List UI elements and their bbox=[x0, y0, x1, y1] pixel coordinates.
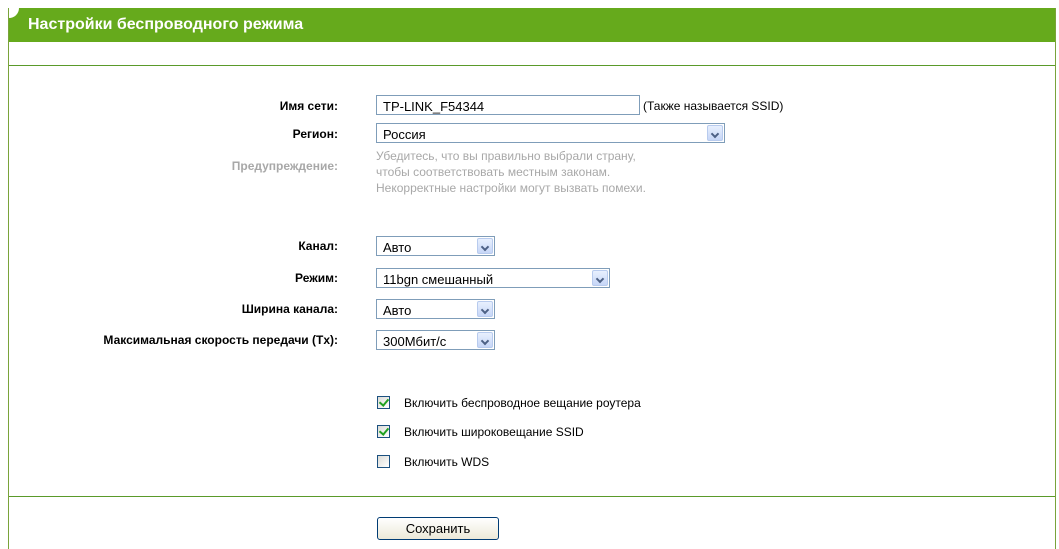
channel-width-value: Авто bbox=[383, 303, 412, 318]
max-tx-rate-select[interactable]: 300Мбит/с bbox=[376, 330, 495, 350]
ssid-broadcast-label[interactable]: Включить широковещание SSID bbox=[404, 425, 584, 439]
warning-text: Убедитесь, что вы правильно выбрали стра… bbox=[376, 148, 646, 196]
ssid-input[interactable]: TP-LINK_F54344 bbox=[376, 95, 640, 115]
chevron-down-icon[interactable] bbox=[477, 301, 493, 317]
wds-label[interactable]: Включить WDS bbox=[404, 455, 489, 469]
chevron-down-icon[interactable] bbox=[477, 332, 493, 348]
page-title: Настройки беспроводного режима bbox=[28, 16, 304, 33]
region-value: Россия bbox=[383, 127, 426, 142]
divider-top bbox=[9, 65, 1055, 66]
mode-value: 11bgn смешанный bbox=[383, 272, 494, 287]
title-bar: Настройки беспроводного режима bbox=[9, 8, 1055, 42]
broadcast-radio-checkbox[interactable] bbox=[377, 396, 390, 409]
settings-panel: Настройки беспроводного режима Имя сети:… bbox=[8, 8, 1056, 549]
max-tx-rate-value: 300Мбит/с bbox=[383, 334, 447, 349]
mode-label: Режим: bbox=[295, 271, 338, 285]
max-tx-rate-label: Максимальная скорость передачи (Tx): bbox=[103, 333, 338, 347]
channel-width-label: Ширина канала: bbox=[241, 302, 338, 316]
warning-line: чтобы соответствовать местным законам. bbox=[376, 165, 611, 179]
wds-checkbox[interactable] bbox=[377, 455, 390, 468]
chevron-down-icon[interactable] bbox=[592, 270, 608, 286]
warning-line: Убедитесь, что вы правильно выбрали стра… bbox=[376, 149, 636, 163]
channel-label: Канал: bbox=[298, 239, 338, 253]
channel-value: Авто bbox=[383, 240, 412, 255]
divider-bottom bbox=[9, 496, 1055, 497]
region-select[interactable]: Россия bbox=[376, 123, 725, 143]
region-label: Регион: bbox=[292, 127, 338, 141]
ssid-note: (Также называется SSID) bbox=[643, 99, 784, 113]
mode-select[interactable]: 11bgn смешанный bbox=[376, 268, 610, 288]
warning-line: Некорректные настройки могут вызвать пом… bbox=[376, 181, 646, 195]
warning-label: Предупреждение: bbox=[231, 159, 338, 173]
checkmark-icon bbox=[378, 396, 390, 407]
chevron-down-icon[interactable] bbox=[707, 125, 723, 141]
ssid-label: Имя сети: bbox=[279, 99, 338, 113]
checkmark-icon bbox=[378, 425, 390, 436]
channel-width-select[interactable]: Авто bbox=[376, 299, 495, 319]
save-button[interactable]: Сохранить bbox=[377, 517, 499, 540]
channel-select[interactable]: Авто bbox=[376, 236, 495, 256]
ssid-broadcast-checkbox[interactable] bbox=[377, 425, 390, 438]
broadcast-radio-label[interactable]: Включить беспроводное вещание роутера bbox=[404, 396, 641, 410]
chevron-down-icon[interactable] bbox=[477, 238, 493, 254]
